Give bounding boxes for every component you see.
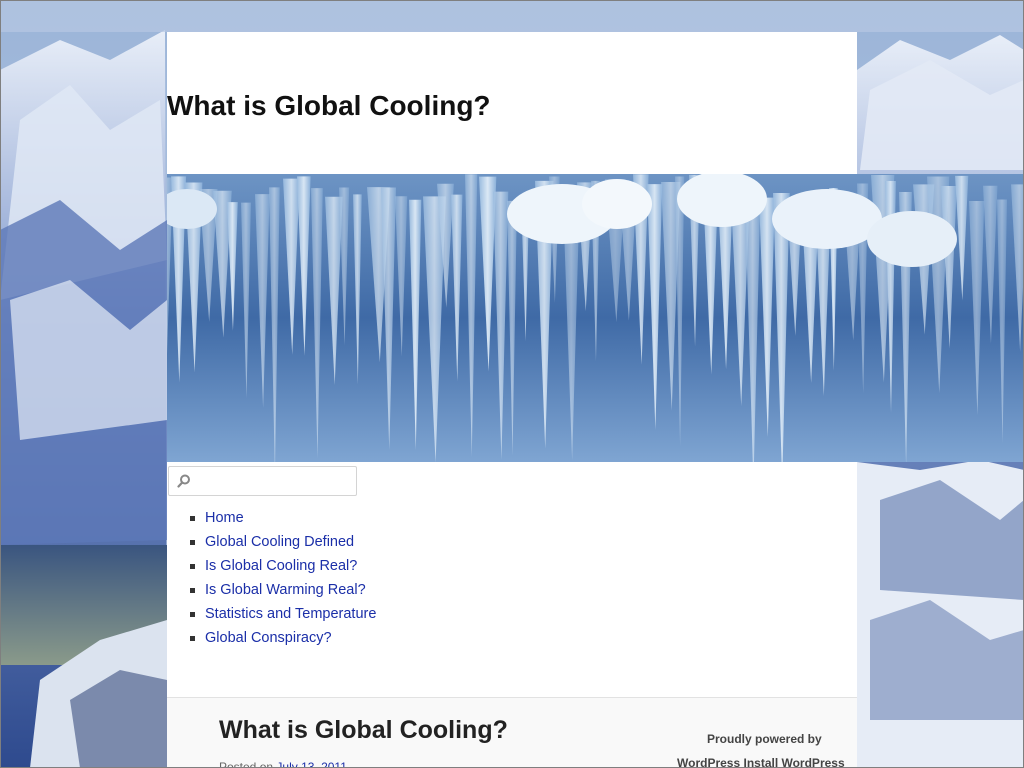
main-menu: Home Global Cooling Defined Is Global Co… [187,506,376,650]
menu-link-global-conspiracy[interactable]: Global Conspiracy? [205,630,332,646]
site-title[interactable]: What is Global Cooling? [167,90,491,122]
menu-item-is-global-cooling-real: Is Global Cooling Real? [187,554,376,578]
menu-item-is-global-warming-real: Is Global Warming Real? [187,578,376,602]
search-icon [177,474,190,488]
menu-item-home: Home [187,506,376,530]
content-area: What is Global Cooling? Posted on July 1… [167,697,857,768]
icicles-image [167,174,1024,462]
post-meta: Posted on July 13, 2011 [219,760,347,768]
menu-item-global-conspiracy: Global Conspiracy? [187,626,376,650]
menu-item-global-cooling-defined: Global Cooling Defined [187,530,376,554]
search-input[interactable] [197,471,351,493]
powered-by-text: Proudly powered by [707,732,822,746]
post-meta-prefix: Posted on [219,760,274,768]
site-header: What is Global Cooling? [167,32,857,174]
menu-link-is-global-warming-real[interactable]: Is Global Warming Real? [205,582,366,598]
search-box[interactable] [168,466,357,496]
wordpress-link[interactable]: WordPress [677,756,740,768]
powered-links: WordPress Install WordPress [677,756,845,768]
menu-item-statistics-and-temperature: Statistics and Temperature [187,602,376,626]
install-wordpress-link[interactable]: Install WordPress [743,756,844,768]
post-date-link[interactable]: July 13, 2011 [276,760,347,768]
menu-link-global-cooling-defined[interactable]: Global Cooling Defined [205,534,354,550]
menu-link-statistics-and-temperature[interactable]: Statistics and Temperature [205,606,376,622]
post-title[interactable]: What is Global Cooling? [219,716,508,745]
menu-link-is-global-cooling-real[interactable]: Is Global Cooling Real? [205,558,357,574]
header-banner-image [167,174,1024,462]
menu-link-home[interactable]: Home [205,510,244,526]
